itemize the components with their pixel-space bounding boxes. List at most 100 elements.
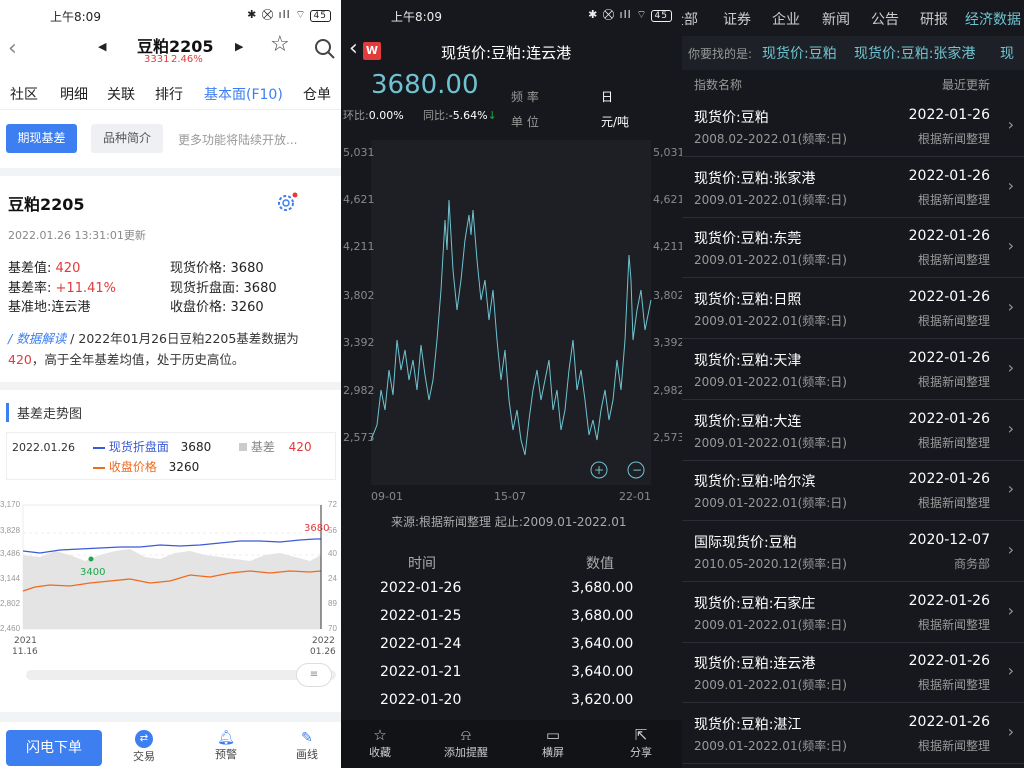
spot-label: 现货价格: bbox=[170, 261, 227, 276]
tab-fundamentals[interactable]: 基本面(F10) bbox=[204, 84, 283, 104]
update-date: 2022-01-26 bbox=[908, 714, 990, 730]
suggestion-chip[interactable]: 现货价:豆粕 bbox=[762, 43, 837, 63]
label-3400: 3400 bbox=[80, 567, 105, 578]
freq-value: 日 bbox=[601, 90, 614, 104]
alert-icon: ⍾ bbox=[461, 726, 471, 744]
tab-announcements[interactable]: 公告 bbox=[871, 9, 899, 29]
basis-button[interactable]: 期现基差 bbox=[6, 124, 77, 153]
list-item[interactable]: 现货价:豆粕:湛江 2009.01-2022.01(频率:日) 2022-01-26… bbox=[682, 704, 1024, 764]
col-value-header: 数值 bbox=[586, 556, 614, 572]
spot-disc-value: 3680 bbox=[243, 281, 277, 296]
draw-line-button[interactable]: ✎ 画线 bbox=[296, 730, 318, 762]
title-bar: ‹ ◀ 豆粕2205 3331 2.46% ▶ ☆ bbox=[0, 30, 341, 74]
alert-button[interactable]: 🔔︎ 预警 bbox=[215, 730, 237, 762]
freq-label: 频 率 bbox=[511, 90, 539, 104]
tab-securities[interactable]: 证券 bbox=[723, 9, 751, 29]
chart-source: 来源:根据新闻整理 起止:2009.01-2022.01 bbox=[391, 515, 627, 529]
place-value: 连云港 bbox=[51, 300, 91, 315]
indicator-range: 2009.01-2022.01(频率:日) bbox=[694, 314, 847, 329]
prev-contract-icon[interactable]: ◀ bbox=[98, 40, 106, 53]
tab-warehouse[interactable]: 仓单 bbox=[303, 84, 331, 104]
table-row: 2022-01-24 3,640.00 bbox=[380, 636, 634, 652]
back-icon[interactable]: ‹ bbox=[349, 36, 358, 61]
svg-text:5,031: 5,031 bbox=[343, 146, 375, 159]
list-item[interactable]: 国际现货价:豆粕 2010.05-2020.12(频率:日) 2020-12-07 商… bbox=[682, 522, 1024, 582]
chevron-right-icon: › bbox=[1007, 418, 1014, 438]
indicator-name: 现货价:豆粕:日照 bbox=[694, 292, 802, 309]
chevron-right-icon: › bbox=[1007, 600, 1014, 620]
svg-text:4,621: 4,621 bbox=[653, 193, 682, 206]
tab-ranking[interactable]: 排行 bbox=[155, 84, 183, 104]
svg-text:3,392: 3,392 bbox=[653, 336, 682, 349]
chart-range-slider[interactable]: ≡ bbox=[26, 663, 336, 687]
indicator-name: 现货价:豆粕 bbox=[694, 110, 769, 126]
status-time: 上午8:09 bbox=[50, 10, 101, 24]
update-date: 2022-01-26 bbox=[908, 167, 990, 184]
landscape-button[interactable]: ▭ 横屏 bbox=[542, 726, 564, 760]
legend-basis: 基差 bbox=[250, 440, 275, 454]
list-item[interactable]: 现货价:豆粕:张家港 2009.01-2022.01(频率:日) 2022-01-2… bbox=[682, 158, 1024, 218]
tab-economic-data[interactable]: 经济数据 bbox=[965, 9, 1021, 29]
update-date: 2022-01-26 bbox=[908, 410, 990, 427]
indicator-range: 2009.01-2022.01(频率:日) bbox=[694, 435, 847, 450]
svg-text:70: 70 bbox=[328, 624, 337, 633]
indicator-range: 2009.01-2022.01(频率:日) bbox=[694, 496, 847, 511]
svg-text:2,982: 2,982 bbox=[343, 384, 375, 397]
list-item[interactable]: 现货价:豆粕:哈尔滨 2009.01-2022.01(频率:日) 2022-01-2… bbox=[682, 461, 1024, 522]
tab-companies[interactable]: 企业 bbox=[772, 9, 800, 29]
close-value: 3260 bbox=[230, 300, 264, 315]
svg-text:3,170: 3,170 bbox=[0, 500, 21, 509]
contract-change: 2.46% bbox=[171, 54, 203, 65]
trade-icon: ⇄ bbox=[135, 730, 153, 748]
tab-bar: 社区 明细 关联 排行 基本面(F10) 仓单 bbox=[0, 78, 341, 110]
list-item[interactable]: 现货价:豆粕:日照 2009.01-2022.01(频率:日) 2022-01-26… bbox=[682, 279, 1024, 340]
chevron-right-icon: › bbox=[1007, 357, 1014, 377]
yoy-value: -5.64% bbox=[448, 109, 488, 122]
tab-news[interactable]: 新闻 bbox=[822, 9, 850, 29]
list-item[interactable]: 现货价:豆粕:连云港 2009.01-2022.01(频率:日) 2022-01-2… bbox=[682, 643, 1024, 704]
tab-all[interactable]: 全部 bbox=[682, 9, 698, 29]
pencil-icon: ✎ bbox=[301, 730, 313, 746]
list-item[interactable]: 现货价:豆粕:大连 2009.01-2022.01(频率:日) 2022-01-26… bbox=[682, 401, 1024, 461]
latest-price: 3680.00 bbox=[371, 70, 479, 100]
list-item[interactable]: 现货价:豆粕:天津 2009.01-2022.01(频率:日) 2022-01-26… bbox=[682, 340, 1024, 400]
favorite-star-icon[interactable]: ☆ bbox=[270, 32, 290, 57]
list-item[interactable]: 现货价:豆粕:石家庄 2009.01-2022.01(频率:日) 2022-01-2… bbox=[682, 583, 1024, 643]
trend-title: 基差走势图 bbox=[6, 403, 82, 422]
indicator-range: 2010.05-2020.12(频率:日) bbox=[694, 556, 847, 571]
col-update-header: 最近更新 bbox=[941, 78, 990, 92]
app-logo: W bbox=[363, 42, 381, 60]
quick-order-button[interactable]: 闪电下单 bbox=[6, 730, 102, 766]
col-time-header: 时间 bbox=[408, 556, 436, 572]
indicator-title: 现货价:豆粕:连云港 bbox=[441, 44, 572, 62]
back-icon[interactable]: ‹ bbox=[8, 36, 17, 61]
tab-community[interactable]: 社区 bbox=[10, 84, 38, 104]
indicator-range: 2009.01-2022.01(频率:日) bbox=[694, 192, 847, 207]
trade-button[interactable]: ⇄ 交易 bbox=[133, 730, 155, 764]
svg-text:3,828: 3,828 bbox=[0, 526, 21, 535]
indicator-name: 现货价:豆粕:天津 bbox=[694, 352, 802, 369]
slider-handle[interactable]: ≡ bbox=[296, 663, 332, 687]
list-item[interactable]: 现货价:豆粕:东莞 2009.01-2022.01(频率:日) 2022-01-26… bbox=[682, 218, 1024, 279]
table-row: 2022-01-25 3,680.00 bbox=[380, 608, 634, 624]
suggestion-chip[interactable]: 现货价:豆粕:张家港 bbox=[854, 43, 975, 63]
star-icon: ☆ bbox=[373, 726, 387, 744]
next-contract-icon[interactable]: ▶ bbox=[235, 40, 243, 53]
suggestion-bar: 你要找的是: 现货价:豆粕 现货价:豆粕:张家港 现 bbox=[682, 36, 1024, 70]
settings-gear-icon[interactable] bbox=[275, 191, 299, 215]
spot-disc-label: 现货折盘面: bbox=[170, 281, 240, 296]
svg-text:−: − bbox=[632, 463, 642, 477]
favorite-button[interactable]: ☆ 收藏 bbox=[369, 726, 391, 760]
share-button[interactable]: ⇱ 分享 bbox=[630, 726, 652, 760]
intro-button[interactable]: 品种简介 bbox=[91, 124, 163, 153]
tab-related[interactable]: 关联 bbox=[107, 84, 135, 104]
list-item[interactable]: 现货价:豆粕 2008.02-2022.01(频率:日) 2022-01-26 根据新… bbox=[682, 97, 1024, 157]
data-source: 根据新闻整理 bbox=[917, 314, 990, 329]
add-alert-button[interactable]: ⍾ 添加提醒 bbox=[444, 726, 488, 760]
tab-research[interactable]: 研报 bbox=[920, 9, 948, 29]
data-source: 根据新闻整理 bbox=[917, 192, 990, 207]
svg-text:3,392: 3,392 bbox=[343, 336, 375, 349]
search-icon[interactable] bbox=[314, 38, 336, 60]
tab-detail[interactable]: 明细 bbox=[60, 84, 88, 104]
suggestion-chip[interactable]: 现 bbox=[1000, 43, 1014, 63]
